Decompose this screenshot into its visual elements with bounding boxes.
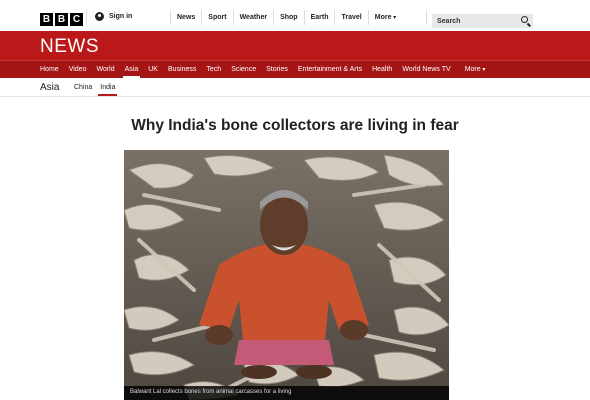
user-icon	[95, 12, 104, 21]
sub-nav-section-title[interactable]: Asia	[40, 82, 59, 93]
image-caption: Balwant Lal collects bones from animal c…	[124, 386, 449, 400]
sub-nav-china[interactable]: China	[70, 78, 96, 97]
section-nav-stories[interactable]: Stories	[261, 61, 293, 79]
section-nav-health[interactable]: Health	[367, 61, 397, 79]
logo-letter: B	[55, 13, 68, 26]
sub-nav-india[interactable]: India	[96, 78, 119, 97]
bones-photo-illustration	[124, 150, 449, 400]
section-nav-asia[interactable]: Asia	[120, 61, 144, 79]
search-input[interactable]: Search	[432, 14, 533, 28]
divider	[86, 10, 87, 25]
top-nav-more[interactable]: More	[369, 10, 427, 25]
sign-in-label: Sign in	[109, 13, 133, 20]
top-nav-shop[interactable]: Shop	[274, 10, 305, 25]
top-nav-weather[interactable]: Weather	[234, 10, 275, 25]
article-photo: Balwant Lal collects bones from animal c…	[124, 150, 449, 400]
top-nav-news[interactable]: News	[170, 10, 203, 25]
logo-letter: B	[40, 13, 53, 26]
logo-letter: C	[70, 13, 83, 26]
section-nav-entertainment-arts[interactable]: Entertainment & Arts	[293, 61, 367, 79]
news-banner: NEWS	[0, 31, 590, 60]
section-nav-science[interactable]: Science	[226, 61, 261, 79]
top-nav-earth[interactable]: Earth	[305, 10, 336, 25]
section-nav-world[interactable]: World	[91, 61, 119, 79]
section-nav-tech[interactable]: Tech	[201, 61, 226, 79]
sign-in-link[interactable]: Sign in	[95, 12, 132, 21]
top-bar: B B C Sign in News Sport Weather Shop Ea…	[0, 0, 590, 31]
top-nav-sport[interactable]: Sport	[202, 10, 234, 25]
search-icon[interactable]	[521, 16, 528, 23]
section-nav-home[interactable]: Home	[35, 61, 64, 79]
section-nav: Home Video World Asia UK Business Tech S…	[0, 60, 590, 78]
search-placeholder: Search	[437, 17, 461, 25]
sub-nav: Asia China India	[0, 78, 590, 97]
news-title[interactable]: NEWS	[40, 36, 99, 58]
section-nav-video[interactable]: Video	[64, 61, 92, 79]
section-nav-business[interactable]: Business	[163, 61, 201, 79]
top-nav-travel[interactable]: Travel	[335, 10, 369, 25]
bbc-logo[interactable]: B B C	[40, 13, 83, 26]
top-nav: News Sport Weather Shop Earth Travel Mor…	[170, 10, 427, 25]
section-nav-more[interactable]: More	[460, 61, 491, 79]
article-headline: Why India's bone collectors are living i…	[131, 117, 459, 134]
section-nav-uk[interactable]: UK	[143, 61, 163, 79]
section-nav-world-news-tv[interactable]: World News TV	[397, 61, 455, 79]
